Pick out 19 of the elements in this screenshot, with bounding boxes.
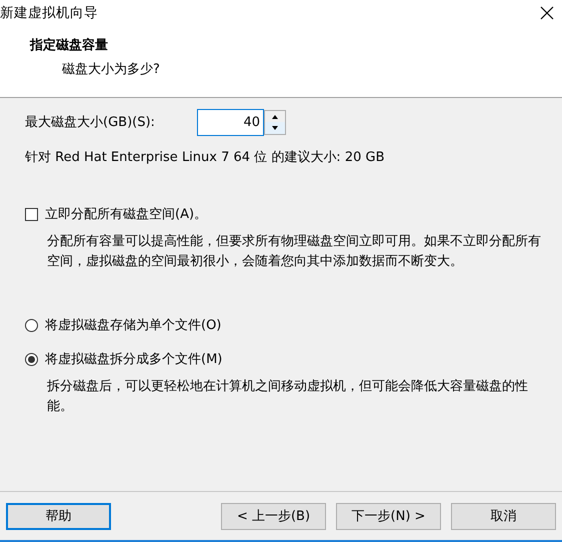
page-subheading: 磁盘大小为多少? [62, 61, 161, 78]
option-description: 分配所有容量可以提高性能，但要求所有物理磁盘空间立即可用。如果不立即分配所有空间，虚拟磁盘的空间最初很小，会随着您向其中添加数据而不断变大。 [47, 233, 542, 271]
cancel-button[interactable]: 取消 [451, 502, 556, 530]
radio-button[interactable] [25, 352, 38, 366]
checkbox[interactable] [25, 208, 38, 220]
option-label: 将虚拟磁盘拆分成多个文件(M) [45, 351, 222, 368]
help-button[interactable]: 帮助 [6, 502, 111, 530]
option-label: 将虚拟磁盘存储为单个文件(O) [45, 317, 222, 334]
option-description: 拆分磁盘后，可以更轻松地在计算机之间移动虚拟机，但可能会降低大容量磁盘的性能。 [47, 378, 529, 416]
close-icon[interactable] [540, 6, 554, 20]
recommended-size-text: 针对 Red Hat Enterprise Linux 7 64 位 的建议大小: 20 GB [25, 149, 386, 166]
disk-size-field[interactable]: 40 [197, 108, 264, 136]
option-label: 立即分配所有磁盘空间(A)。 [45, 206, 208, 223]
field-label: 最大磁盘大小(GB)(S): [25, 114, 156, 131]
next-button[interactable]: 下一步(N) > [336, 502, 441, 530]
page-heading: 指定磁盘容量 [30, 36, 109, 54]
back-button[interactable]: < 上一步(B) [221, 502, 326, 530]
radio-button[interactable] [25, 318, 38, 332]
window-title: 新建虚拟机向导 [0, 4, 98, 22]
